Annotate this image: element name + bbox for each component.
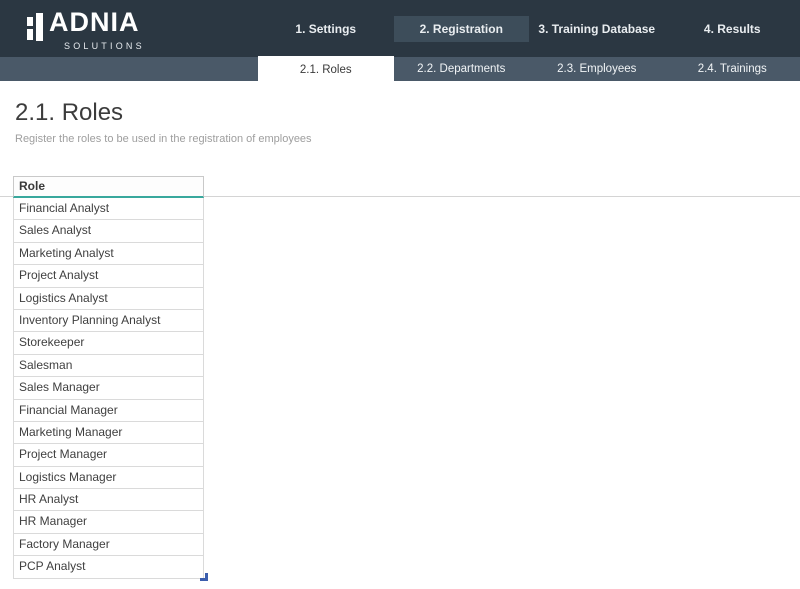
top-nav: 1. Settings 2. Registration 3. Training … bbox=[258, 16, 800, 42]
app-header: ADNIA SOLUTIONS 1. Settings 2. Registrat… bbox=[0, 0, 800, 57]
table-resize-handle-icon[interactable] bbox=[200, 573, 208, 581]
table-row[interactable]: Marketing Manager bbox=[13, 422, 204, 444]
nav-item[interactable]: 1. Settings bbox=[258, 16, 394, 42]
brand-tagline: SOLUTIONS bbox=[64, 41, 145, 51]
table-row[interactable]: Factory Manager bbox=[13, 534, 204, 556]
sub-tab[interactable]: 2.3. Employees bbox=[529, 56, 665, 84]
table-row[interactable]: Inventory Planning Analyst bbox=[13, 310, 204, 332]
table-row[interactable]: Project Manager bbox=[13, 444, 204, 466]
table-row[interactable]: Project Analyst bbox=[13, 265, 204, 287]
logo-bars-icon bbox=[27, 13, 43, 41]
table-row[interactable]: Financial Analyst bbox=[13, 198, 204, 220]
nav-item[interactable]: 2. Registration bbox=[394, 16, 530, 42]
table-row[interactable]: Marketing Analyst bbox=[13, 243, 204, 265]
column-header-role: Role bbox=[13, 176, 204, 198]
sub-tab[interactable]: 2.2. Departments bbox=[394, 56, 530, 84]
table-row[interactable]: Storekeeper bbox=[13, 332, 204, 354]
nav-item[interactable]: 4. Results bbox=[665, 16, 800, 42]
table-row[interactable]: Logistics Analyst bbox=[13, 288, 204, 310]
table-row[interactable]: Sales Analyst bbox=[13, 220, 204, 242]
table-row[interactable]: HR Analyst bbox=[13, 489, 204, 511]
brand-name: ADNIA bbox=[49, 7, 140, 37]
table-row[interactable]: PCP Analyst bbox=[13, 556, 204, 578]
page-title: 2.1. Roles bbox=[15, 99, 123, 127]
roles-table: Role Financial Analyst Sales Analyst Mar… bbox=[13, 176, 204, 579]
table-row[interactable]: Logistics Manager bbox=[13, 467, 204, 489]
page-subtitle: Register the roles to be used in the reg… bbox=[15, 133, 312, 145]
sub-tab[interactable]: 2.4. Trainings bbox=[665, 56, 800, 84]
table-row[interactable]: HR Manager bbox=[13, 511, 204, 533]
table-row[interactable]: Salesman bbox=[13, 355, 204, 377]
table-row[interactable]: Sales Manager bbox=[13, 377, 204, 399]
table-body: Financial Analyst Sales Analyst Marketin… bbox=[13, 198, 204, 579]
table-row[interactable]: Financial Manager bbox=[13, 400, 204, 422]
nav-item[interactable]: 3. Training Database bbox=[529, 16, 665, 42]
brand-logo: ADNIA SOLUTIONS bbox=[26, 0, 156, 57]
sub-tab[interactable]: 2.1. Roles bbox=[258, 56, 394, 84]
sub-tabs: 2.1. Roles 2.2. Departments 2.3. Employe… bbox=[258, 56, 800, 84]
